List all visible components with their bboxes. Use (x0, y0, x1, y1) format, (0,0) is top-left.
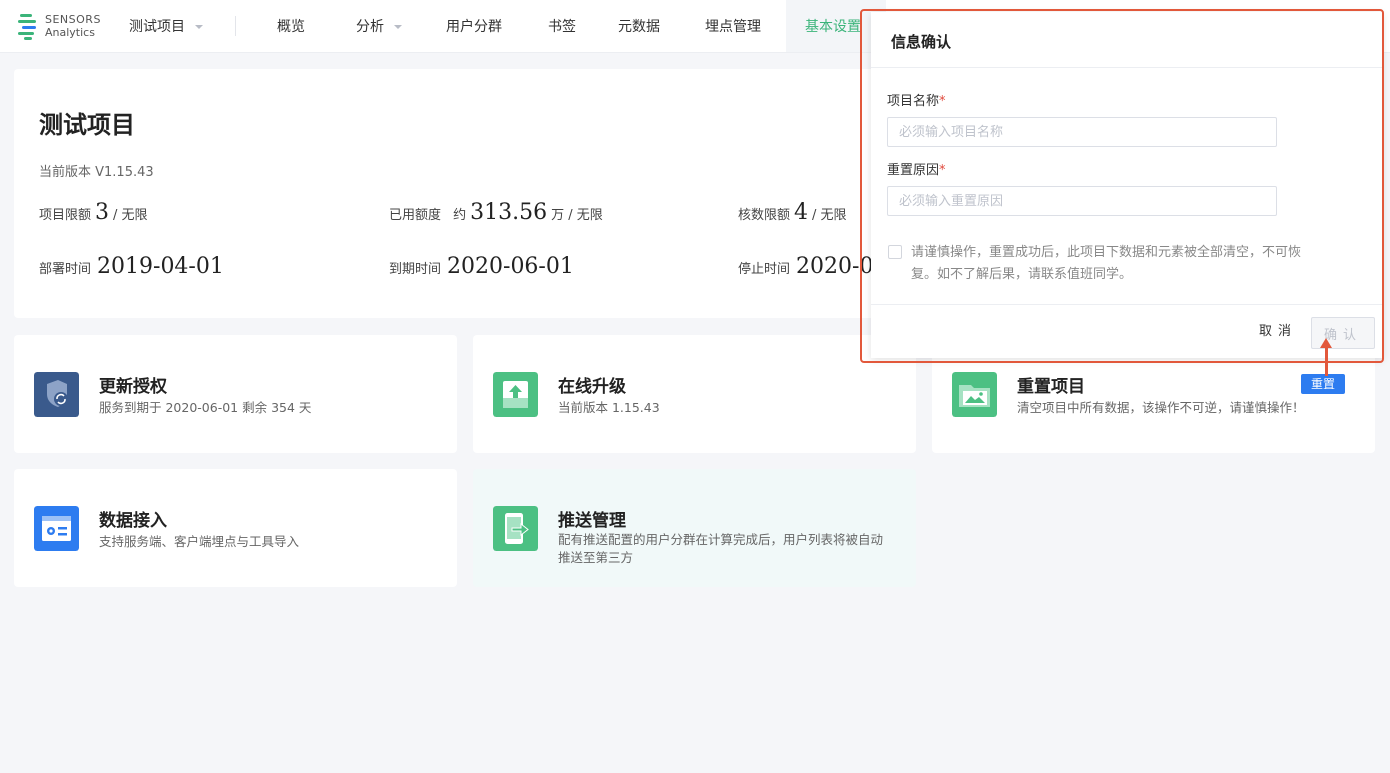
cancel-button[interactable]: 取消 (1255, 317, 1301, 347)
data-ingest-card-title: 数据接入 (99, 511, 167, 531)
data-ingest-card-desc: 支持服务端、客户端埋点与工具导入 (99, 534, 300, 549)
chevron-down-icon (195, 25, 203, 29)
upgrade-card-desc: 当前版本 1.15.43 (558, 400, 660, 415)
used-quota-prefix: 约 (453, 208, 467, 223)
reset-reason-input[interactable] (887, 186, 1277, 216)
confirm-dialog: 信息确认 项目名称* 重置原因* 请谨慎操作，重置成功后，此项目下数据和元素被全… (871, 12, 1383, 358)
core-quota-label: 核数限额 (738, 208, 791, 223)
logo-mark-icon (18, 14, 36, 40)
expire-time: 到期时间 2020-06-01 (389, 254, 574, 279)
reset-reason-label-text: 重置原因 (887, 163, 940, 178)
highlight-arrow-line (1325, 346, 1328, 376)
license-card[interactable]: 更新授权 服务到期于 2020-06-01 剩余 354 天 (14, 335, 457, 453)
project-selector[interactable]: 测试项目 (129, 16, 203, 36)
push-management-card-title: 推送管理 (558, 511, 626, 531)
project-summary-card: 测试项目 当前版本 V1.15.43 项目限额 3/ 无限 已用额度 约 313.5… (14, 69, 886, 318)
used-quota-value: 313.56 (470, 200, 548, 225)
logo-text-line2: Analytics (45, 26, 95, 39)
reset-button[interactable]: 重置 (1301, 374, 1345, 394)
used-quota: 已用额度 约 313.56 万 / 无限 (389, 200, 603, 225)
core-quota-value: 4 (794, 200, 809, 225)
expire-time-label: 到期时间 (389, 262, 442, 277)
upload-icon (493, 372, 538, 417)
required-mark: * (939, 94, 946, 109)
nav-item-analysis-label: 分析 (356, 19, 384, 35)
nav-item-user-segments[interactable]: 用户分群 (446, 16, 502, 36)
project-quota-suffix: / 无限 (113, 208, 148, 223)
sensors-logo[interactable]: SENSORS Analytics (18, 12, 118, 40)
phone-push-icon (493, 506, 538, 551)
upgrade-card[interactable]: 在线升级 当前版本 1.15.43 (473, 335, 916, 453)
push-management-card-desc: 配有推送配置的用户分群在计算完成后，用户列表将被自动推送至第三方 (558, 532, 884, 565)
project-name-label: 项目名称* (887, 90, 946, 109)
dialog-footer: 取消 确认 (871, 304, 1383, 359)
stop-time-label: 停止时间 (738, 262, 791, 277)
warning-text: 请谨慎操作，重置成功后，此项目下数据和元素被全部清空，不可恢复。如不了解后果，请… (911, 245, 1302, 282)
nav-item-bookmarks[interactable]: 书签 (548, 16, 576, 36)
license-card-desc: 服务到期于 2020-06-01 剩余 354 天 (99, 400, 312, 415)
confirm-checkbox[interactable] (888, 245, 902, 259)
dialog-header: 信息确认 (871, 12, 1383, 68)
nav-divider (235, 16, 236, 36)
project-quota-label: 项目限额 (39, 208, 92, 223)
dialog-title: 信息确认 (891, 33, 952, 51)
nav-item-basic-settings[interactable]: 基本设置 (805, 16, 861, 36)
license-card-title: 更新授权 (99, 377, 167, 397)
config-window-icon (34, 506, 79, 551)
project-selector-label: 测试项目 (129, 19, 185, 35)
push-management-card[interactable]: 推送管理 配有推送配置的用户分群在计算完成后，用户列表将被自动推送至第三方 (473, 469, 916, 587)
core-quota-suffix: / 无限 (812, 208, 847, 223)
current-version: 当前版本 V1.15.43 (39, 165, 154, 180)
project-title: 测试项目 (39, 111, 135, 139)
used-quota-label: 已用额度 (389, 208, 442, 223)
upgrade-card-title: 在线升级 (558, 377, 626, 397)
project-name-input[interactable] (887, 117, 1277, 147)
deploy-time: 部署时间 2019-04-01 (39, 254, 224, 279)
highlight-arrow-head-icon (1320, 338, 1332, 348)
image-folder-icon (952, 372, 997, 417)
project-name-label-text: 项目名称 (887, 94, 940, 109)
nav-item-overview[interactable]: 概览 (277, 16, 305, 36)
logo-text-line1: SENSORS (45, 13, 101, 26)
project-quota-value: 3 (95, 200, 110, 225)
shield-refresh-icon (34, 372, 79, 417)
deploy-time-label: 部署时间 (39, 262, 92, 277)
nav-item-metadata[interactable]: 元数据 (618, 16, 660, 36)
expire-time-value: 2020-06-01 (447, 254, 574, 279)
nav-item-tracking-management[interactable]: 埋点管理 (705, 16, 761, 36)
required-mark: * (939, 163, 946, 178)
reset-card-desc: 清空项目中所有数据，该操作不可逆，请谨慎操作！ (1017, 400, 1305, 415)
deploy-time-value: 2019-04-01 (97, 254, 224, 279)
core-quota: 核数限额 4/ 无限 (738, 200, 847, 225)
reset-card-title: 重置项目 (1017, 377, 1085, 397)
stop-time: 停止时间 2020-06 (738, 254, 886, 279)
data-ingest-card[interactable]: 数据接入 支持服务端、客户端埋点与工具导入 (14, 469, 457, 587)
used-quota-suffix: 万 / 无限 (551, 208, 603, 223)
reset-reason-label: 重置原因* (887, 159, 946, 178)
nav-item-analysis[interactable]: 分析 (356, 16, 402, 36)
project-quota: 项目限额 3/ 无限 (39, 200, 148, 225)
chevron-down-icon (394, 25, 402, 29)
